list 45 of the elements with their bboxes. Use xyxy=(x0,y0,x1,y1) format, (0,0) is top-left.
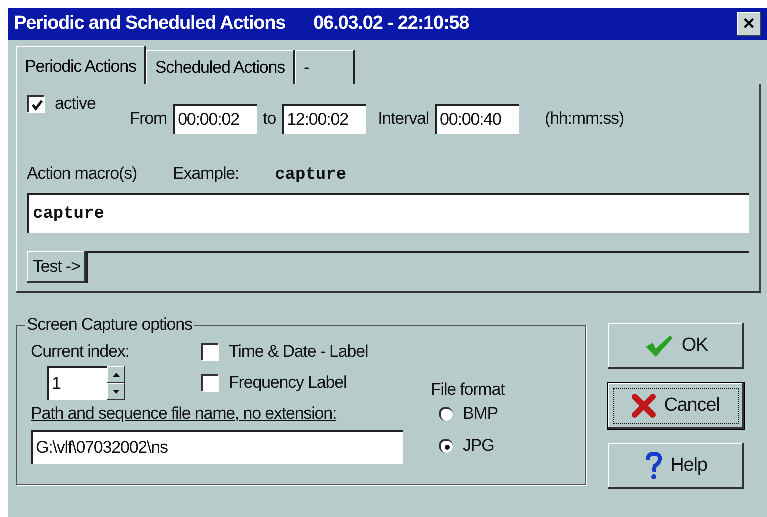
spin-down-button[interactable] xyxy=(107,383,125,400)
test-button[interactable]: Test -> xyxy=(27,251,86,283)
checkbox[interactable] xyxy=(27,95,45,113)
field-label: to xyxy=(263,109,276,129)
input-field[interactable]: 00:00:40 xyxy=(435,104,520,134)
help-button[interactable]: Help xyxy=(608,443,744,489)
window-title: Periodic and Scheduled Actions xyxy=(14,13,286,35)
input-field[interactable]: capture xyxy=(27,193,749,233)
checkbox-label: Frequency Label xyxy=(229,373,347,393)
example-value: capture xyxy=(275,166,347,185)
tab[interactable]: Scheduled Actions xyxy=(146,50,296,84)
group-title: Screen Capture options xyxy=(25,315,194,335)
window-timestamp: 06.03.02 - 22:10:58 xyxy=(314,13,470,35)
ok-button[interactable]: OK xyxy=(608,323,744,369)
checkbox-label: active xyxy=(55,94,96,114)
field-label: Action macro(s) xyxy=(27,164,138,184)
cross-icon xyxy=(632,394,656,418)
tab[interactable]: Periodic Actions xyxy=(16,46,146,84)
input-field[interactable]: 00:00:02 xyxy=(173,104,258,134)
input-field[interactable]: G:\vlf\07032002\ns xyxy=(31,430,403,464)
field-label: File format xyxy=(431,380,506,400)
check-icon xyxy=(30,98,42,110)
checkbox[interactable] xyxy=(201,343,219,361)
radio-button[interactable] xyxy=(439,407,453,421)
tab[interactable]: - xyxy=(295,50,356,84)
units-label: (hh:mm:ss) xyxy=(545,109,624,129)
radio-button[interactable] xyxy=(439,439,453,453)
field-label: Current index: xyxy=(31,342,130,362)
down-arrow-icon xyxy=(112,390,120,394)
input-field[interactable]: 1 xyxy=(47,366,107,400)
checkbox-label: Time & Date - Label xyxy=(229,342,368,362)
up-arrow-icon xyxy=(112,372,120,376)
spin-up-button[interactable] xyxy=(107,366,125,383)
input-field[interactable]: 12:00:02 xyxy=(282,104,366,134)
cancel-button[interactable]: Cancel xyxy=(608,383,744,429)
close-button[interactable]: × xyxy=(737,12,761,36)
field-label: Interval xyxy=(378,109,430,129)
example-label: Example: xyxy=(173,164,240,184)
checkbox[interactable] xyxy=(201,374,219,392)
radio-label: BMP xyxy=(463,404,498,424)
radio-label: JPG xyxy=(463,436,494,456)
field-label: Path and sequence file name, no extension: xyxy=(31,404,338,424)
question-mark-icon xyxy=(644,452,663,480)
check-icon xyxy=(644,334,674,358)
field-label: From xyxy=(130,109,168,129)
